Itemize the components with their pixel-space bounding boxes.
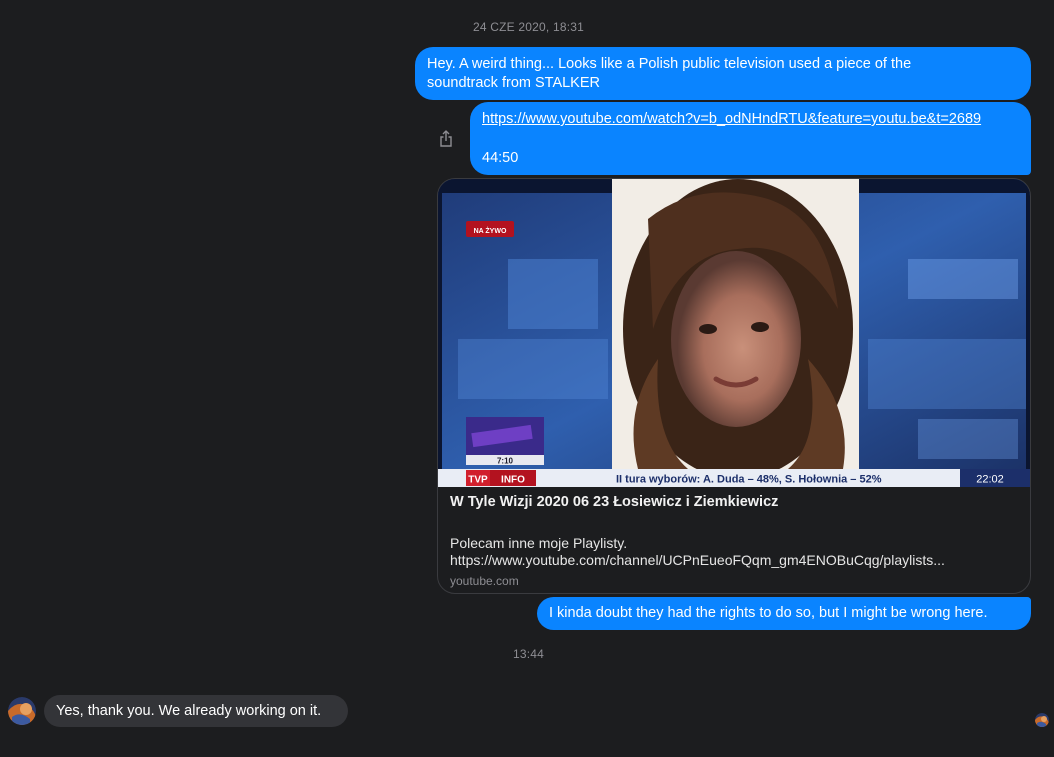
incoming-message[interactable]: Yes, thank you. We already working on it… [44, 695, 348, 727]
outgoing-link-message[interactable]: https://www.youtube.com/watch?v=b_odNHnd… [470, 102, 1031, 175]
preview-description: Polecam inne moje Playlisty. https://www… [450, 535, 1020, 569]
timestamp-top: 24 CZE 2020, 18:31 [473, 20, 585, 34]
channel-logo-info: INFO [501, 475, 525, 486]
message-text: I kinda doubt they had the rights to do … [549, 605, 988, 621]
message-line: Hey. A weird thing... Looks like a Polis… [427, 56, 912, 72]
share-icon[interactable] [438, 130, 454, 148]
preview-description-line: Polecam inne moje Playlisty. [450, 535, 628, 551]
outgoing-message[interactable]: Hey. A weird thing... Looks like a Polis… [415, 47, 1031, 100]
channel-logo-tvp: TVP [468, 475, 488, 486]
message-link[interactable]: https://www.youtube.com/watch?v=b_odNHnd… [482, 110, 1019, 129]
preview-title: W Tyle Wizji 2020 06 23 Łosiewicz i Ziem… [450, 494, 779, 510]
message-text: Yes, thank you. We already working on it… [56, 703, 322, 719]
timestamp-mid: 13:44 [513, 647, 545, 661]
conversation-view: 24 CZE 2020, 18:31 Hey. A weird thing...… [0, 0, 1054, 757]
read-receipt-avatar [1035, 713, 1049, 727]
show-logo-time: 7:10 [497, 457, 514, 466]
ticker-clock: 22:02 [976, 474, 1004, 486]
outgoing-message[interactable]: I kinda doubt they had the rights to do … [537, 597, 1031, 630]
preview-domain: youtube.com [450, 574, 519, 588]
ticker-text: II tura wyborów: A. Duda – 48%, S. Hołow… [616, 474, 882, 486]
contact-avatar[interactable] [8, 697, 36, 725]
link-preview-card[interactable]: NA ŻYWO 7:10 TVP INFO II tura wyborów: A… [437, 178, 1031, 594]
live-badge: NA ŻYWO [474, 227, 507, 235]
preview-description-line: https://www.youtube.com/channel/UCPnEueo… [450, 552, 945, 568]
message-line: soundtrack from STALKER [427, 75, 600, 91]
message-line: 44:50 [482, 150, 519, 166]
video-thumbnail[interactable]: NA ŻYWO 7:10 TVP INFO II tura wyborów: A… [438, 179, 1030, 487]
